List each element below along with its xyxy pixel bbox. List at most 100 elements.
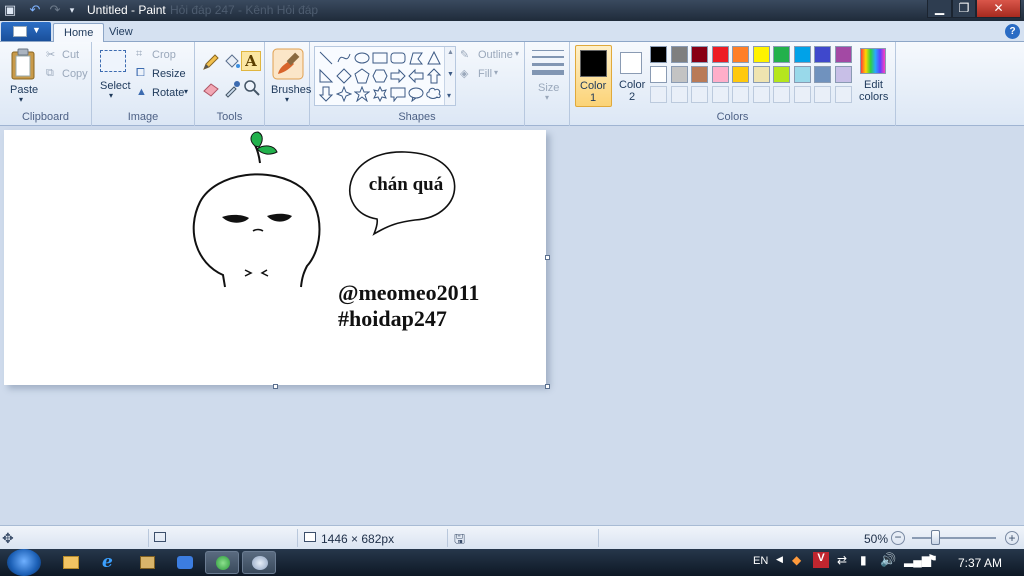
zoom-out-button[interactable]: − bbox=[891, 531, 905, 545]
color-picker-icon[interactable] bbox=[222, 78, 242, 98]
speaker-icon[interactable]: 🔊 bbox=[880, 552, 896, 568]
taskbar-video-button[interactable] bbox=[168, 551, 202, 574]
palette-swatch[interactable] bbox=[711, 66, 729, 83]
palette-swatch[interactable] bbox=[793, 46, 811, 63]
fill-button[interactable]: ◈ Fill ▾ bbox=[460, 67, 510, 83]
paint-menu-button[interactable]: ▼ bbox=[1, 22, 51, 41]
drawing-canvas[interactable]: chán quá @meomeo2011 #hoidap247 bbox=[4, 130, 546, 385]
custom-color-slot[interactable] bbox=[773, 86, 790, 103]
magnifier-icon[interactable] bbox=[242, 78, 262, 98]
four-point-star-shape-icon[interactable] bbox=[335, 85, 353, 103]
custom-color-slot[interactable] bbox=[650, 86, 667, 103]
rectangle-callout-shape-icon[interactable] bbox=[390, 86, 406, 103]
palette-swatch[interactable] bbox=[691, 66, 708, 83]
copy-button[interactable]: ⧉ Copy bbox=[46, 67, 90, 83]
taskbar-paint-button[interactable] bbox=[242, 551, 276, 574]
palette-swatch[interactable] bbox=[670, 46, 688, 63]
resize-handle-right[interactable] bbox=[545, 255, 550, 260]
palette-swatch[interactable] bbox=[773, 66, 790, 83]
zoom-slider-track[interactable] bbox=[912, 537, 996, 539]
cut-button[interactable]: ✂ Cut bbox=[46, 48, 86, 64]
action-center-icon[interactable]: ⚑ bbox=[927, 552, 938, 566]
custom-color-slot[interactable] bbox=[752, 86, 770, 103]
scroll-down-icon[interactable]: ▼ bbox=[447, 71, 454, 78]
scroll-up-icon[interactable]: ▲ bbox=[447, 49, 454, 56]
resize-handle-corner[interactable] bbox=[545, 384, 550, 389]
down-arrow-shape-icon[interactable] bbox=[318, 86, 334, 102]
curve-shape-icon[interactable] bbox=[336, 50, 352, 66]
maximize-button[interactable]: ❐ bbox=[952, 0, 976, 18]
palette-swatch[interactable] bbox=[834, 66, 852, 83]
oval-callout-shape-icon[interactable] bbox=[408, 86, 424, 103]
undo-icon[interactable]: ↶ bbox=[27, 2, 43, 18]
palette-swatch[interactable] bbox=[732, 46, 749, 63]
polygon-shape-icon[interactable] bbox=[408, 50, 424, 66]
up-arrow-shape-icon[interactable] bbox=[426, 68, 442, 84]
hexagon-shape-icon[interactable] bbox=[372, 68, 388, 84]
custom-color-slot[interactable] bbox=[814, 86, 831, 103]
palette-swatch[interactable] bbox=[650, 46, 667, 63]
help-icon[interactable]: ? bbox=[1005, 24, 1020, 39]
custom-color-slot[interactable] bbox=[732, 86, 749, 103]
edit-colors-button[interactable]: Edit colors bbox=[854, 45, 894, 107]
paste-button[interactable]: Paste ▾ bbox=[6, 46, 40, 106]
network-sync-icon[interactable]: ⇄ bbox=[837, 553, 847, 567]
palette-swatch[interactable] bbox=[834, 46, 852, 63]
five-point-star-shape-icon[interactable] bbox=[353, 85, 371, 103]
outline-button[interactable]: ✎ Outline ▾ bbox=[460, 48, 522, 64]
brushes-button[interactable]: Brushes ▾ bbox=[267, 46, 311, 106]
canvas-workspace[interactable]: chán quá @meomeo2011 #hoidap247 bbox=[0, 127, 1024, 525]
palette-swatch[interactable] bbox=[752, 66, 770, 83]
expand-gallery-icon[interactable]: ▾ bbox=[447, 91, 451, 100]
eraser-icon[interactable] bbox=[201, 78, 221, 98]
rounded-rectangle-shape-icon[interactable] bbox=[390, 50, 406, 66]
crop-button[interactable]: ⌗ Crop bbox=[136, 48, 186, 64]
right-triangle-shape-icon[interactable] bbox=[318, 68, 334, 84]
language-indicator[interactable]: EN bbox=[753, 555, 768, 567]
tray-app-icon[interactable]: ◆ bbox=[792, 553, 801, 567]
cloud-callout-shape-icon[interactable] bbox=[426, 86, 442, 102]
text-tool-icon[interactable]: A bbox=[241, 51, 261, 71]
fill-bucket-icon[interactable] bbox=[222, 52, 242, 72]
taskbar-browser-button[interactable] bbox=[205, 551, 239, 574]
palette-swatch[interactable] bbox=[732, 66, 749, 83]
zoom-slider-thumb[interactable] bbox=[931, 530, 940, 545]
palette-swatch[interactable] bbox=[650, 66, 667, 83]
clock[interactable]: 7:37 AM bbox=[958, 556, 1002, 570]
pentagon-shape-icon[interactable] bbox=[354, 68, 370, 84]
paint-app-icon[interactable]: ▣ bbox=[2, 2, 18, 18]
custom-color-slot[interactable] bbox=[711, 86, 729, 103]
custom-color-slot[interactable] bbox=[691, 86, 708, 103]
pencil-icon[interactable] bbox=[201, 52, 221, 72]
customize-quick-access-icon[interactable]: ▾ bbox=[64, 2, 80, 18]
resize-handle-bottom[interactable] bbox=[273, 384, 278, 389]
taskbar-explorer-button[interactable] bbox=[54, 551, 88, 574]
palette-swatch[interactable] bbox=[670, 66, 688, 83]
taskbar-ie-button[interactable]: e bbox=[92, 551, 126, 574]
tray-expand-icon[interactable]: ◀ bbox=[776, 554, 783, 565]
custom-color-slot[interactable] bbox=[834, 86, 852, 103]
rectangle-shape-icon[interactable] bbox=[372, 50, 388, 66]
close-button[interactable]: ✕ bbox=[976, 0, 1021, 18]
taskbar-media-button[interactable] bbox=[130, 551, 164, 574]
custom-color-slot[interactable] bbox=[793, 86, 811, 103]
start-button[interactable] bbox=[7, 549, 41, 576]
redo-icon[interactable]: ↷ bbox=[47, 2, 63, 18]
diamond-shape-icon[interactable] bbox=[336, 68, 352, 84]
size-button[interactable]: Size ▾ bbox=[529, 46, 567, 106]
palette-swatch[interactable] bbox=[814, 46, 831, 63]
battery-icon[interactable]: ▮ bbox=[860, 553, 867, 567]
left-arrow-shape-icon[interactable] bbox=[408, 68, 424, 84]
minimize-button[interactable]: ▁ bbox=[927, 0, 952, 18]
antivirus-icon[interactable]: V bbox=[813, 552, 829, 568]
palette-swatch[interactable] bbox=[752, 46, 770, 63]
resize-button[interactable]: ⧠ Resize bbox=[136, 67, 190, 83]
custom-color-slot[interactable] bbox=[670, 86, 688, 103]
palette-swatch[interactable] bbox=[711, 46, 729, 63]
select-button[interactable]: Select ▾ bbox=[98, 48, 131, 104]
palette-swatch[interactable] bbox=[691, 46, 708, 63]
tab-home[interactable]: Home bbox=[53, 23, 105, 43]
color1-button[interactable]: Color 1 bbox=[575, 45, 612, 107]
palette-swatch[interactable] bbox=[814, 66, 831, 83]
shapes-scrollbar[interactable]: ▲ ▼ ▾ bbox=[444, 47, 455, 105]
